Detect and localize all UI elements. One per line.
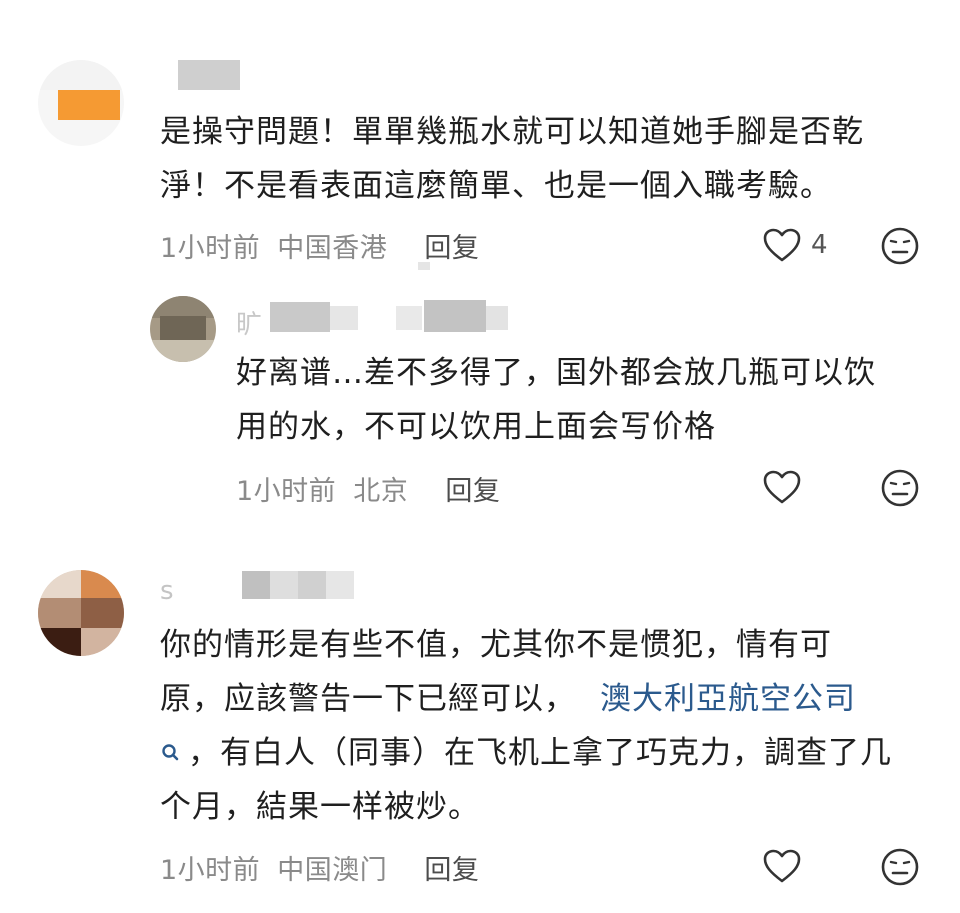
comment-text: 是操守問題！單單幾瓶水就可以知道她手腳是否乾 淨！不是看表面這麼簡單、也是一個入… xyxy=(160,105,940,213)
username-initial[interactable]: 旷 xyxy=(236,304,262,341)
reply-text-line: 好离谱…差不多得了，国外都会放几瓶可以饮 xyxy=(236,355,876,391)
comment-text-line: 是操守問題！單單幾瓶水就可以知道她手腳是否乾 xyxy=(160,114,864,150)
comment-meta: 1小时前 中国香港 回复 xyxy=(160,226,479,265)
heart-outline-icon[interactable] xyxy=(762,227,802,263)
timestamp: 1小时前 xyxy=(160,855,261,886)
neutral-face-icon[interactable] xyxy=(880,468,920,508)
location: 中国香港 xyxy=(277,233,388,264)
reply-text: 好离谱…差不多得了，国外都会放几瓶可以饮 用的水，不可以饮用上面会写价格 xyxy=(236,346,936,454)
reply-button[interactable]: 回复 xyxy=(424,855,479,886)
timestamp: 1小时前 xyxy=(160,233,261,264)
reply-text-line: 用的水，不可以饮用上面会写价格 xyxy=(236,409,716,445)
reply-button[interactable]: 回复 xyxy=(424,233,479,264)
airline-link[interactable]: 澳大利亞航空公司 xyxy=(600,681,856,717)
location: 北京 xyxy=(353,476,409,507)
comment-text-line: 你的情形是有些不值，尤其你不是惯犯，情有可 xyxy=(160,627,832,663)
username-blurred[interactable] xyxy=(178,60,240,90)
avatar[interactable] xyxy=(38,60,124,146)
like-count: 4 xyxy=(811,230,828,260)
reply-meta: 1小时前 北京 回复 xyxy=(236,469,500,508)
comment-text: 你的情形是有些不值，尤其你不是惯犯，情有可 原，应該警告一下已經可以， 澳大利亞航… xyxy=(160,618,940,834)
username-blurred[interactable] xyxy=(242,571,270,599)
avatar-mosaic xyxy=(58,90,120,120)
comment-meta: 1小时前 中国澳门 回复 xyxy=(160,848,479,887)
comment-text-line: 淨！不是看表面這麼簡單、也是一個入職考驗。 xyxy=(160,168,832,204)
heart-outline-icon[interactable] xyxy=(762,469,802,505)
reply-button[interactable]: 回复 xyxy=(445,476,500,507)
avatar[interactable] xyxy=(38,570,124,656)
neutral-face-icon[interactable] xyxy=(880,847,920,887)
heart-outline-icon[interactable] xyxy=(762,848,802,884)
comment-text-line: ，有白人（同事）在飞机上拿了巧克力，調查了几 xyxy=(160,726,940,780)
comment-text-line: 个月，結果一样被炒。 xyxy=(160,789,480,825)
avatar[interactable] xyxy=(150,296,216,362)
neutral-face-icon[interactable] xyxy=(880,226,920,266)
timestamp: 1小时前 xyxy=(236,476,337,507)
location: 中国澳门 xyxy=(277,855,388,886)
username-blurred[interactable] xyxy=(270,302,330,332)
username-initial[interactable]: s xyxy=(160,576,174,606)
search-icon[interactable] xyxy=(160,742,182,764)
comment-text-line: 原，应該警告一下已經可以， 澳大利亞航空公司 xyxy=(160,681,856,717)
